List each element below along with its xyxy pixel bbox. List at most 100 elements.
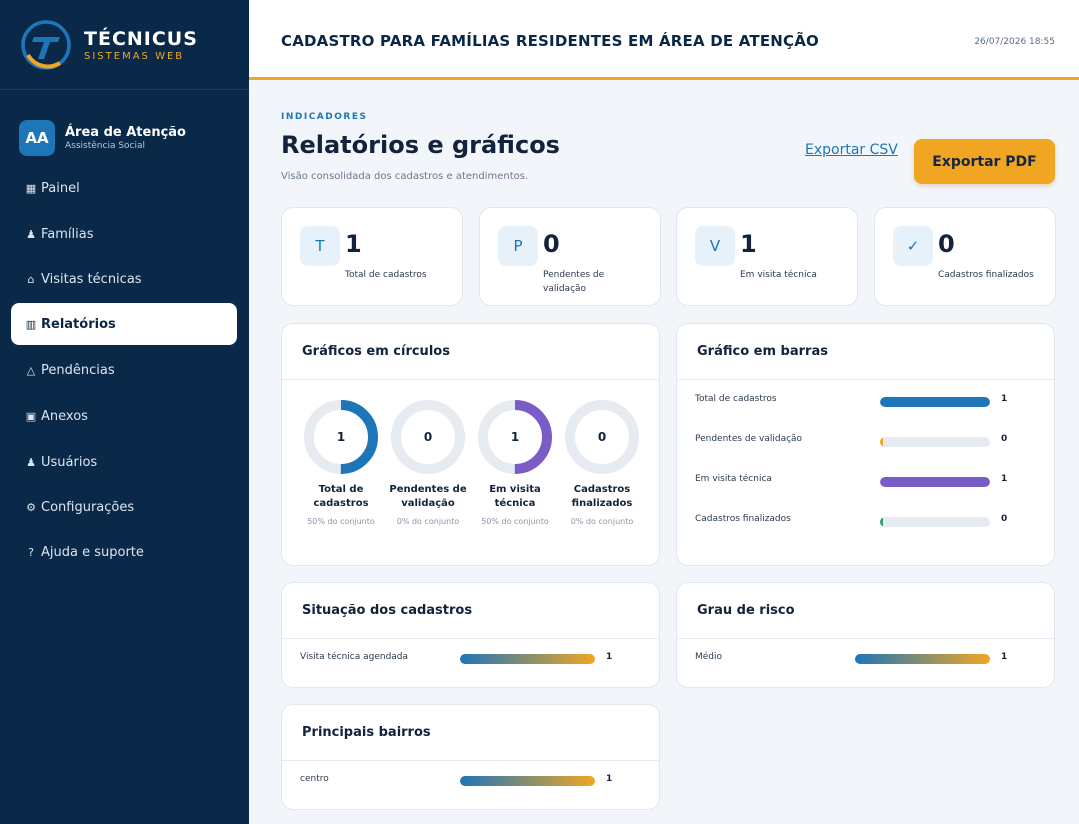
bar-track [880, 397, 990, 407]
donut-ring: 1 [304, 400, 378, 474]
donut-label: Cadastros finalizados [571, 484, 633, 509]
sidebar-item-familias[interactable]: ♟ Famílias [11, 213, 237, 255]
donut-value: 1 [511, 430, 519, 444]
grid-icon: ▦ [25, 181, 37, 195]
list-item: centro 1 [300, 774, 640, 788]
circles-panel: Gráficos em círculos 1 Total de cadastros… [281, 323, 660, 566]
sidebar-item-configuracoes[interactable]: ⚙ Configurações [11, 486, 237, 528]
donut-label: Em visita técnica [489, 484, 541, 509]
visit-icon: V [695, 226, 735, 266]
row-bar [460, 654, 595, 664]
bar-track [880, 437, 990, 447]
avatar: AA [19, 120, 55, 156]
account-block[interactable]: AA Área de Atenção Assistência Social [0, 90, 249, 166]
bar-fill [880, 477, 990, 487]
sidebar-item-label: Ajuda e suporte [41, 544, 144, 560]
panel-title: Situação dos cadastros [282, 583, 659, 639]
home-icon: ⌂ [27, 272, 35, 286]
donut-chart: 0 Cadastros finalizados 0% do conjunto [562, 398, 642, 526]
stat-value: 0 [938, 230, 955, 258]
sidebar: TÉCNICUS SISTEMAS WEB AA Área de Atenção… [0, 0, 249, 824]
donut-percentage: 50% do conjunto [481, 517, 549, 526]
sidebar-item-pendencias[interactable]: △ Pendências [11, 349, 237, 391]
sidebar-item-label: Visitas técnicas [41, 271, 142, 287]
bar-value: 1 [1001, 394, 1008, 404]
total-icon: T [300, 226, 340, 266]
bar-label: Cadastros finalizados [695, 514, 791, 524]
bar-value: 1 [1001, 474, 1008, 484]
donut-percentage: 50% do conjunto [307, 517, 375, 526]
donut-value: 0 [598, 430, 606, 444]
bar-label: Em visita técnica [695, 474, 772, 484]
row-bar [460, 776, 595, 786]
sidebar-item-label: Famílias [41, 226, 94, 242]
account-role: Assistência Social [65, 141, 146, 151]
attachment-icon: ▣ [25, 409, 37, 423]
top-header: CADASTRO PARA FAMÍLIAS RESIDENTES EM ÁRE… [249, 0, 1079, 80]
bar-fill [880, 397, 990, 407]
export-pdf-button[interactable]: Exportar PDF [914, 139, 1055, 184]
stat-label: Cadastros finalizados [938, 270, 1034, 280]
sidebar-item-label: Configurações [41, 499, 135, 515]
sidebar-item-painel[interactable]: ▦ Painel [11, 167, 237, 209]
donut-chart: 1 Em visita técnica 50% do conjunto [475, 398, 555, 526]
sidebar-item-label: Anexos [41, 408, 88, 424]
page-kicker: INDICADORES [281, 112, 368, 122]
page-title: Relatórios e gráficos [281, 131, 560, 159]
sidebar-item-label: Painel [41, 180, 80, 196]
stat-card-total: T 1 Total de cadastros [281, 207, 463, 306]
donut-percentage: 0% do conjunto [396, 517, 460, 526]
header-title: CADASTRO PARA FAMÍLIAS RESIDENTES EM ÁRE… [281, 32, 819, 50]
bar-label: Total de cadastros [695, 394, 777, 404]
bar-track [880, 517, 990, 527]
stat-label: Pendentes de validação [543, 270, 605, 294]
donut-label: Total de cadastros [313, 484, 369, 509]
sidebar-item-label: Pendências [41, 362, 115, 378]
user-icon: ♟ [26, 227, 36, 241]
sidebar-item-label: Usuários [41, 454, 98, 470]
warning-icon: △ [26, 363, 36, 377]
donut-ring: 1 [478, 400, 552, 474]
sidebar-item-relatorios[interactable]: ▥ Relatórios [11, 303, 237, 345]
brand-subtitle: SISTEMAS WEB [84, 50, 185, 62]
sidebar-item-usuarios[interactable]: ♟ Usuários [11, 441, 237, 483]
brand-name: TÉCNICUS [84, 27, 198, 50]
stat-card-visita: V 1 Em visita técnica [676, 207, 858, 306]
row-value: 1 [606, 652, 613, 662]
row-value: 1 [1001, 652, 1008, 662]
bar-label: Pendentes de validação [695, 434, 803, 444]
bar-row: Pendentes de validação 0 [695, 434, 1035, 448]
sidebar-item-anexos[interactable]: ▣ Anexos [11, 395, 237, 437]
stat-card-finalizados: ✓ 0 Cadastros finalizados [874, 207, 1056, 306]
row-bar [855, 654, 990, 664]
account-name: Área de Atenção [65, 125, 186, 140]
list-item: Médio 1 [695, 652, 1035, 666]
row-value: 1 [606, 774, 613, 784]
row-label: Visita técnica agendada [300, 652, 409, 662]
situacao-panel: Situação dos cadastros Visita técnica ag… [281, 582, 660, 688]
export-csv-link[interactable]: Exportar CSV [805, 142, 898, 158]
bars-panel: Gráfico em barras Total de cadastros 1 Pen… [676, 323, 1055, 566]
pending-icon: P [498, 226, 538, 266]
report-icon: ▥ [25, 317, 37, 331]
bar-track [880, 477, 990, 487]
donut-ring: 0 [565, 400, 639, 474]
stat-label: Total de cadastros [345, 270, 427, 280]
tecnicus-logo [21, 19, 71, 70]
sidebar-item-visitas[interactable]: ⌂ Visitas técnicas [11, 258, 237, 300]
bar-value: 0 [1001, 434, 1008, 444]
donut-ring: 0 [391, 400, 465, 474]
donut-value: 0 [424, 430, 432, 444]
row-label: Médio [695, 652, 723, 662]
donut-percentage: 0% do conjunto [570, 517, 634, 526]
bar-value: 0 [1001, 514, 1008, 524]
sidebar-item-ajuda[interactable]: ? Ajuda e suporte [11, 531, 237, 573]
panel-title: Gráficos em círculos [282, 324, 659, 380]
panel-title: Gráfico em barras [677, 324, 1054, 380]
stat-card-pendentes: P 0 Pendentes de validação [479, 207, 661, 306]
bar-row: Cadastros finalizados 0 [695, 514, 1035, 528]
bar-fill [880, 517, 883, 527]
donut-chart: 0 Pendentes de validação 0% do conjunto [388, 398, 468, 526]
risco-panel: Grau de risco Médio 1 [676, 582, 1055, 688]
list-item: Visita técnica agendada 1 [300, 652, 640, 666]
